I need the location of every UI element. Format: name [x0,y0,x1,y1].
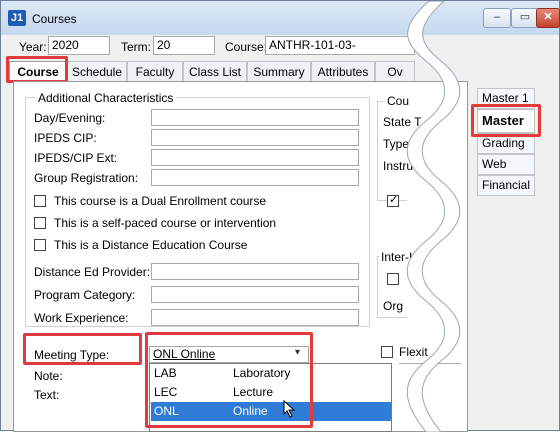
year-label: Year: [19,40,47,54]
master-2-highlight [471,104,541,137]
courses-window: J1 Courses – ▭ ✕ Year: 2020 Term: 20 Cou… [0,0,560,432]
mouse-cursor-icon [283,400,296,418]
dual-enrollment-label: This course is a Dual Enrollment course [54,194,267,208]
group-registration-label: Group Registration: [34,171,139,185]
tab-class-list[interactable]: Class List [183,61,247,81]
self-paced-label: This is a self-paced course or intervent… [54,216,277,230]
term-input[interactable]: 20 [153,36,215,55]
year-input[interactable]: 2020 [48,36,110,55]
self-paced-checkbox[interactable] [34,217,46,229]
distance-education-checkbox[interactable] [34,239,46,251]
minimize-button[interactable]: – [483,8,511,28]
note-label: Note: [34,369,63,383]
tab-attributes[interactable]: Attributes [311,61,375,81]
program-category-input[interactable] [151,286,359,303]
title-bar: J1 Courses – ▭ ✕ [1,1,560,35]
course-tab-highlight [6,56,68,83]
distance-ed-provider-input[interactable] [151,263,359,280]
term-label: Term: [121,40,151,54]
torn-edge-decoration [406,1,461,432]
distance-ed-provider-label: Distance Ed Provider: [34,265,151,279]
ipeds-cip-label: IPEDS CIP: [34,131,97,145]
work-experience-input[interactable] [151,309,359,326]
side-tab-financial[interactable]: Financial [477,175,535,196]
ipeds-cip-ext-input[interactable] [151,149,359,166]
side-tab-web[interactable]: Web [477,154,535,175]
day-evening-input[interactable] [151,109,359,126]
tab-summary[interactable]: Summary [247,61,311,81]
work-experience-label: Work Experience: [34,311,129,325]
group-registration-input[interactable] [151,169,359,186]
maximize-button[interactable]: ▭ [511,8,539,28]
ipeds-cip-ext-label: IPEDS/CIP Ext: [34,151,118,165]
tab-schedule[interactable]: Schedule [67,61,127,81]
program-category-label: Program Category: [34,288,136,302]
app-icon: J1 [8,10,26,26]
window-title: Courses [32,12,77,26]
tab-faculty[interactable]: Faculty [127,61,183,81]
additional-characteristics-title: Additional Characteristics [35,91,177,105]
meeting-type-label-highlight [23,333,142,365]
distance-education-label: This is a Distance Education Course [54,238,248,252]
day-evening-label: Day/Evening: [34,111,106,125]
close-button[interactable]: ✕ [536,8,560,28]
course-label: Course: [225,40,268,54]
dual-enrollment-checkbox[interactable] [34,195,46,207]
ipeds-cip-input[interactable] [151,129,359,146]
text-label: Text: [34,388,60,402]
